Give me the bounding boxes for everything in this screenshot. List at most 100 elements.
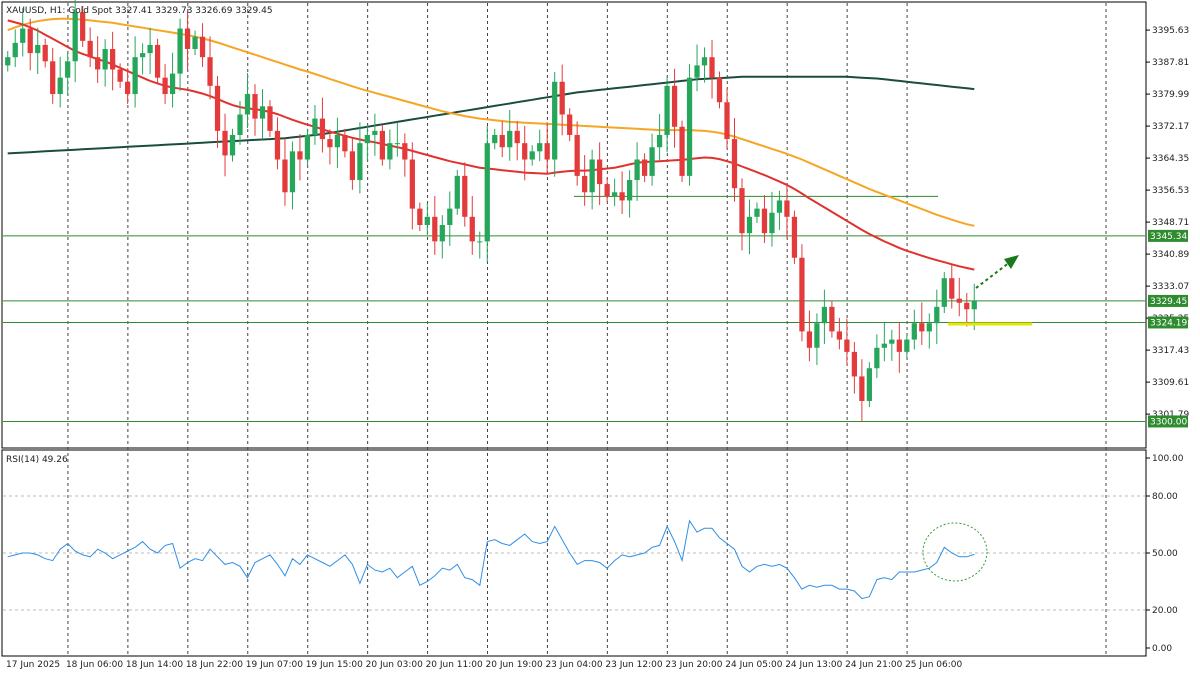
candle-body xyxy=(664,85,670,135)
candle xyxy=(544,122,550,174)
chart-header: XAUUSD, H1: Gold Spot 3327.41 3329.73 33… xyxy=(6,6,273,16)
candle-body xyxy=(387,143,393,160)
candle xyxy=(934,289,940,345)
candle xyxy=(619,171,625,214)
candle xyxy=(941,272,947,313)
candle-body xyxy=(80,12,86,41)
candle-body xyxy=(559,81,565,115)
rsi-series-line xyxy=(7,519,975,600)
candle-body xyxy=(904,339,910,352)
candle-body xyxy=(866,368,872,401)
candle xyxy=(222,113,228,177)
candle xyxy=(177,18,183,91)
candle-body xyxy=(424,216,430,225)
candle xyxy=(791,210,798,264)
ma-slow-line xyxy=(7,75,975,155)
y-tick-label: 3379.99 xyxy=(1152,90,1189,100)
candle-body xyxy=(956,298,962,303)
candle-body xyxy=(484,143,490,242)
candle xyxy=(904,333,910,359)
candle-body xyxy=(147,44,153,54)
x-tick-label: 24 Jun 21:00 xyxy=(845,660,902,670)
candle xyxy=(65,51,71,95)
candle xyxy=(147,27,153,74)
candle-body xyxy=(417,208,423,225)
candle-body xyxy=(851,351,857,377)
candle-body xyxy=(492,134,498,144)
x-tick-label: 20 Jun 11:00 xyxy=(426,660,483,670)
candle xyxy=(769,191,775,247)
candle-body xyxy=(582,175,588,193)
candle-body xyxy=(634,159,640,180)
x-tick-label: 25 Jun 06:00 xyxy=(905,660,962,670)
candle-body xyxy=(304,134,311,160)
candle xyxy=(184,11,191,70)
x-axis-ticks: 17 Jun 2025 18 Jun 06:00 18 Jun 14:00 18 Ju… xyxy=(6,660,963,670)
candle-body xyxy=(327,139,333,148)
candle xyxy=(35,27,41,74)
candle-body xyxy=(814,323,820,348)
candle xyxy=(379,124,385,166)
x-tick-label: 18 Jun 22:00 xyxy=(186,660,243,670)
level-tag-label: 3300.00 xyxy=(1150,417,1187,427)
y-tick-label: 3387.81 xyxy=(1152,58,1189,68)
candle xyxy=(784,183,790,238)
candle-body xyxy=(656,134,663,148)
level-tag-label: 3324.19 xyxy=(1150,318,1187,328)
y-tick-label: 3372.17 xyxy=(1152,122,1189,132)
candle-body xyxy=(507,130,513,148)
rsi-tick-label: 100.00 xyxy=(1152,454,1184,464)
price-chart[interactable]: 3395.63 3387.81 3379.99 3372.17 3364.35 3356.… xyxy=(0,0,1200,675)
candle xyxy=(12,29,18,68)
candle-body xyxy=(679,126,685,176)
x-tick-label: 24 Jun 13:00 xyxy=(785,660,842,670)
candle xyxy=(417,202,423,232)
candle xyxy=(372,113,378,156)
candle-body xyxy=(35,44,41,54)
rsi-tick-label: 20.00 xyxy=(1152,606,1178,616)
x-tick-label: 20 Jun 19:00 xyxy=(486,660,543,670)
level-price-tag: 3324.19 xyxy=(1148,316,1188,329)
candle xyxy=(244,73,251,129)
candle xyxy=(462,162,468,227)
candle-body xyxy=(95,57,101,70)
candle xyxy=(409,142,415,230)
candle xyxy=(964,292,970,327)
candle-body xyxy=(349,151,356,180)
candle xyxy=(334,117,341,169)
candle-body xyxy=(754,208,760,217)
candle xyxy=(492,128,498,150)
moving-averages xyxy=(7,17,975,271)
candle-body xyxy=(604,184,610,197)
candle-body xyxy=(716,77,723,103)
rsi-tick-label: 0.00 xyxy=(1152,644,1172,654)
candle-body xyxy=(139,53,146,58)
candle-body xyxy=(469,216,475,242)
candle xyxy=(881,322,887,362)
level-price-tag: 3329.45 xyxy=(1148,294,1188,307)
candle xyxy=(589,149,595,210)
candle-body xyxy=(312,118,318,135)
candle-body xyxy=(214,85,221,131)
candle-body xyxy=(42,44,48,62)
candle-body xyxy=(731,139,738,189)
candle-body xyxy=(20,28,26,43)
candle-body xyxy=(529,151,535,160)
candle-body xyxy=(372,130,378,135)
candle-body xyxy=(252,94,258,119)
y-axis-ticks: 3395.63 3387.81 3379.99 3372.17 3364.35 3356.… xyxy=(1146,26,1189,420)
y-tick-label: 3364.35 xyxy=(1152,154,1189,164)
candle xyxy=(671,68,678,148)
candle-body xyxy=(776,200,783,213)
candle xyxy=(874,334,880,379)
candle-body xyxy=(432,216,438,242)
level-tag-label: 3329.45 xyxy=(1150,297,1187,307)
candle xyxy=(537,129,543,162)
candle-body xyxy=(821,306,828,324)
candle xyxy=(357,122,363,194)
candle-body xyxy=(844,339,850,352)
candle xyxy=(514,121,520,161)
x-tick-label: 20 Jun 03:00 xyxy=(366,660,423,670)
candle xyxy=(87,27,93,68)
candle xyxy=(686,64,693,186)
